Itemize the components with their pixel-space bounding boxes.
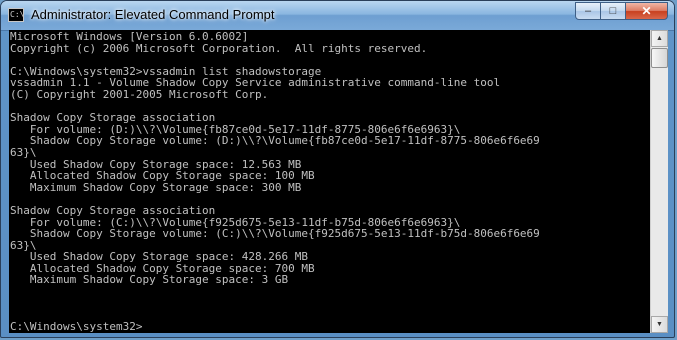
console-line: Shadow Copy Storage volume: (C:)\\?\Volu… xyxy=(10,227,540,241)
close-button[interactable]: ✕ xyxy=(625,2,668,20)
minimize-button[interactable]: – xyxy=(575,2,601,20)
window-title: Administrator: Elevated Command Prompt xyxy=(31,7,275,22)
command-prompt-window: C:\ Administrator: Elevated Command Prom… xyxy=(0,0,675,338)
console-line: Maximum Shadow Copy Storage space: 3 GB xyxy=(10,273,289,287)
scroll-down-arrow-icon[interactable]: ▼ xyxy=(651,316,668,333)
caption-buttons: – □ ✕ xyxy=(575,2,668,21)
console-output-area[interactable]: Microsoft Windows [Version 6.0.6002] Cop… xyxy=(9,30,650,333)
console-line: Copyright (c) 2006 Microsoft Corporation… xyxy=(10,41,428,55)
console-line: (C) Copyright 2001-2005 Microsoft Corp. xyxy=(10,87,269,101)
vertical-scrollbar[interactable]: ▲ ▼ xyxy=(650,30,668,333)
maximize-button[interactable]: □ xyxy=(600,2,626,20)
scroll-up-arrow-icon[interactable]: ▲ xyxy=(651,30,668,47)
title-bar[interactable]: C:\ Administrator: Elevated Command Prom… xyxy=(1,1,674,31)
console-line: Shadow Copy Storage volume: (D:)\\?\Volu… xyxy=(10,134,540,148)
cmd-icon[interactable]: C:\ xyxy=(8,8,24,22)
console-line: Maximum Shadow Copy Storage space: 300 M… xyxy=(10,180,302,194)
console-line: C:\Windows\system32> xyxy=(10,319,143,333)
console-text: Microsoft Windows [Version 6.0.6002] Cop… xyxy=(9,30,650,332)
scroll-thumb[interactable] xyxy=(651,48,668,68)
